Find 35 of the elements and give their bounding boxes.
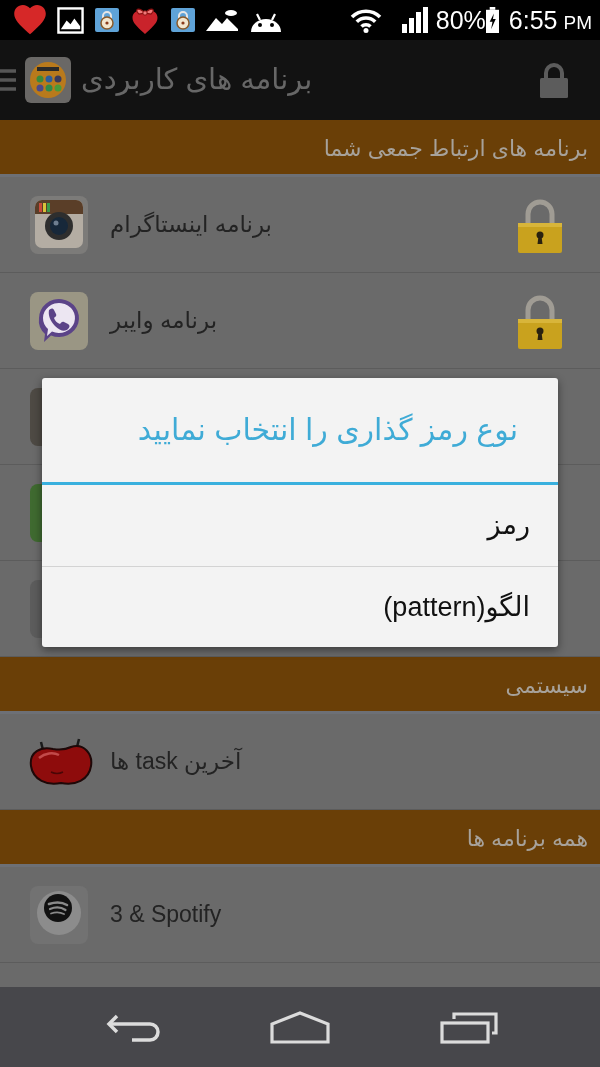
section-header: برنامه های ارتباط جمعی شما: [0, 120, 600, 177]
heart-icon: [14, 5, 46, 35]
app-title: برنامه های کاربردی: [81, 62, 313, 98]
clock-meridiem: PM: [563, 12, 592, 32]
back-icon[interactable]: [106, 1012, 160, 1042]
mountain-cloud-icon: [206, 9, 238, 31]
section-header: همه برنامه ها: [0, 810, 600, 867]
lock-tile-icon: [95, 8, 119, 32]
app-list-item[interactable]: 3 & Spotify: [0, 867, 600, 963]
home-icon[interactable]: [270, 1010, 330, 1044]
sound-waves-icon: [30, 885, 88, 944]
section-header: سیستمی: [0, 657, 600, 714]
app-name: برنامه اینستاگرام: [110, 210, 272, 240]
camera-icon: [30, 195, 88, 254]
dialog-option[interactable]: الگو(pattern): [42, 566, 558, 647]
app-name: آخرین task ها: [110, 747, 242, 777]
dialog-option[interactable]: رمز: [42, 485, 558, 566]
lock-tile-icon: [171, 8, 195, 32]
battery-percent: 80%: [435, 7, 486, 33]
dialog-title: نوع رمز گذاری را انتخاب نمایید: [42, 378, 558, 485]
wifi-icon: [349, 7, 382, 33]
heart-bow-icon: [130, 5, 160, 35]
clock-time: 6:55: [508, 7, 558, 33]
battery-charging-icon: [485, 7, 499, 33]
app-list-item[interactable]: برنامه وایبر: [0, 273, 600, 369]
app-name: 3 & Spotify: [110, 900, 222, 930]
recents-icon[interactable]: [440, 1010, 498, 1044]
phone-bubble-icon: [30, 291, 88, 350]
picture-icon: [57, 6, 84, 34]
lock-icon[interactable]: [540, 62, 568, 98]
app-name: برنامه وایبر: [110, 306, 218, 336]
app-list-item[interactable]: برنامه اینستاگرام: [0, 177, 600, 273]
app-collection-icon: [25, 57, 71, 103]
menu-icon[interactable]: [0, 69, 16, 91]
signal-icon: [401, 7, 428, 33]
